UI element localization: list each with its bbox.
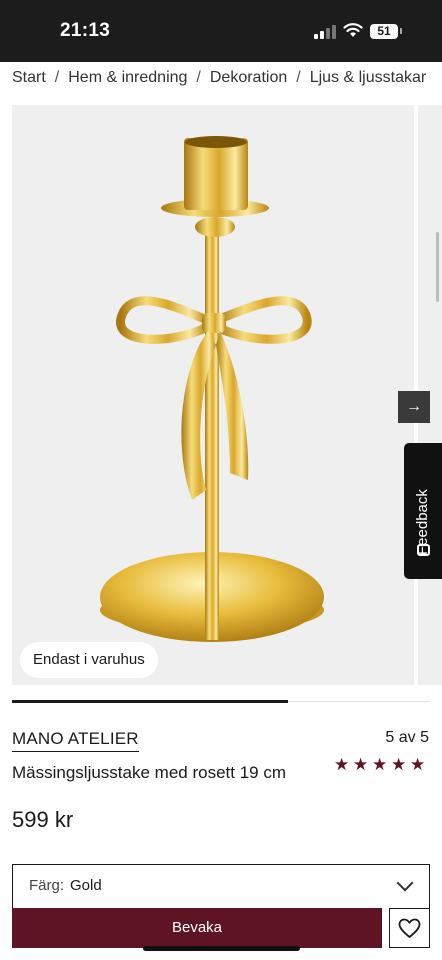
battery-tip (400, 28, 402, 34)
product-image[interactable] (12, 105, 414, 685)
gallery-progress-fill (12, 700, 288, 703)
wifi-icon (343, 23, 363, 37)
watch-button[interactable]: Bevaka (12, 908, 382, 948)
smiley-icon (417, 544, 430, 556)
star-icon: ★ (410, 755, 426, 774)
in-store-only-badge: Endast i varuhus (20, 642, 158, 678)
star-icon: ★ (372, 755, 388, 774)
breadcrumb: Start / Hem & inredning / Dekoration / Ljus & … (12, 69, 442, 87)
breadcrumb-item-decoration[interactable]: Dekoration (210, 69, 287, 86)
candlestick-illustration (100, 136, 324, 642)
breadcrumb-separator: / (196, 69, 201, 86)
product-title: Mässingsljusstake med rosett 19 cm (12, 763, 286, 782)
star-icon: ★ (391, 755, 407, 774)
color-value: Gold (70, 877, 102, 894)
chevron-down-icon (396, 874, 414, 892)
battery-icon: 51 (370, 24, 398, 39)
color-label: Färg: (29, 877, 65, 894)
color-select[interactable]: Färg: Gold (12, 864, 430, 908)
gallery-progress (12, 700, 430, 703)
rating-stars[interactable]: ★ ★ ★ ★ ★ (334, 755, 429, 775)
feedback-label: Feedback (414, 489, 431, 555)
home-indicator (143, 946, 300, 951)
breadcrumb-separator: / (54, 69, 60, 86)
product-price: 599 kr (12, 807, 74, 832)
brand-link[interactable]: MANO ATELIER (12, 729, 139, 752)
scrollbar[interactable] (436, 232, 439, 302)
status-time: 21:13 (60, 20, 111, 41)
breadcrumb-item-home[interactable]: Hem & inredning (68, 69, 187, 86)
next-image-button[interactable]: → (398, 391, 430, 423)
breadcrumb-item-start[interactable]: Start (12, 69, 46, 86)
status-bar: 21:13 51 (0, 0, 442, 62)
star-icon: ★ (334, 755, 350, 774)
wishlist-button[interactable] (389, 908, 430, 948)
breadcrumb-separator: / (296, 69, 301, 86)
star-icon: ★ (353, 755, 369, 774)
heart-icon (398, 918, 421, 938)
arrow-right-icon: → (406, 398, 422, 415)
signal-icon (314, 25, 336, 39)
breadcrumb-item-candles[interactable]: Ljus & ljusstakar (310, 69, 427, 86)
feedback-tab[interactable]: Feedback (404, 443, 442, 579)
rating-text: 5 av 5 (385, 729, 429, 746)
color-select-label: Färg: Gold (29, 877, 102, 894)
